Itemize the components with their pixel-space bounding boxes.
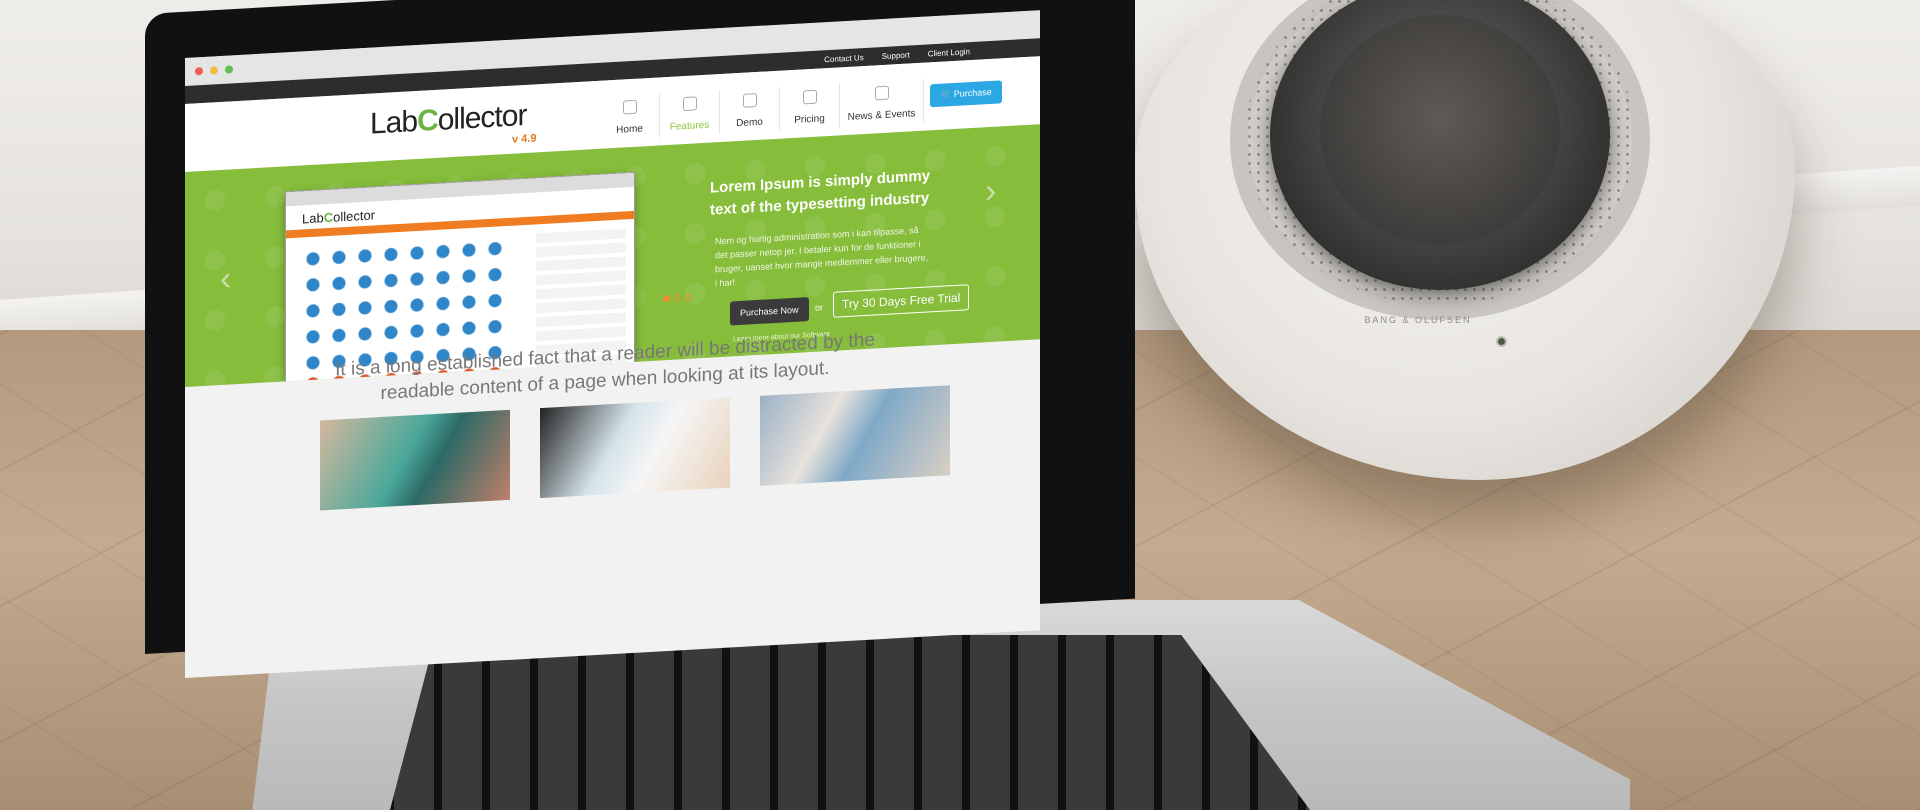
slider-prev-icon[interactable]: ‹	[220, 259, 231, 299]
cart-icon: 🛒	[940, 89, 954, 100]
slider-dot[interactable]	[663, 294, 670, 303]
lab-photo[interactable]	[320, 409, 510, 511]
speaker: BANG & OLUFSEN	[1135, 0, 1795, 480]
contact-us-link[interactable]: Contact Us	[824, 53, 864, 64]
monitor-icon	[742, 93, 757, 108]
support-link[interactable]: Support	[882, 50, 910, 61]
nav-home[interactable]: Home	[600, 93, 660, 141]
nav-demo[interactable]: Demo	[720, 86, 780, 135]
tag-icon	[802, 89, 817, 105]
maximize-dot-icon[interactable]	[225, 65, 233, 74]
close-dot-icon[interactable]	[195, 66, 203, 76]
slider-dot[interactable]	[685, 293, 692, 302]
speaker-driver	[1320, 15, 1560, 245]
version-label: v 4.9	[512, 132, 537, 146]
lab-photo[interactable]	[540, 397, 730, 499]
slider-next-icon[interactable]: ›	[985, 172, 996, 212]
main-nav: Home Features Demo Pricing News & Events	[600, 78, 924, 141]
free-trial-button[interactable]: Try 30 Days Free Trial	[833, 284, 970, 318]
labcollector-logo[interactable]: LabCollector	[370, 99, 526, 142]
lab-photo[interactable]	[760, 385, 950, 486]
laptop-keyboard	[390, 635, 1310, 810]
hero-title: Lorem Ipsum is simply dummy text of the …	[710, 167, 931, 219]
speaker-led	[1498, 338, 1505, 345]
news-icon	[874, 85, 889, 101]
nav-features[interactable]: Features	[660, 90, 720, 138]
laptop-screen: Contact Us Support Client Login LabColle…	[185, 10, 1040, 679]
slider-dot[interactable]	[674, 294, 681, 302]
hero-body: Nem og hurtig administration som i kan t…	[715, 224, 929, 289]
purchase-button[interactable]: 🛒 Purchase	[930, 80, 1002, 108]
nav-pricing[interactable]: Pricing	[780, 83, 840, 131]
client-login-link[interactable]: Client Login	[928, 47, 970, 58]
or-label: or	[815, 302, 824, 313]
purchase-now-button[interactable]: Purchase Now	[730, 297, 809, 326]
home-icon	[622, 99, 637, 115]
gear-icon	[682, 96, 697, 112]
speaker-brand-label: BANG & OLUFSEN	[1364, 315, 1472, 325]
minimize-dot-icon[interactable]	[210, 66, 218, 75]
nav-news-events[interactable]: News & Events	[840, 78, 924, 128]
app-screenshot-logo: LabCollector	[302, 207, 376, 227]
